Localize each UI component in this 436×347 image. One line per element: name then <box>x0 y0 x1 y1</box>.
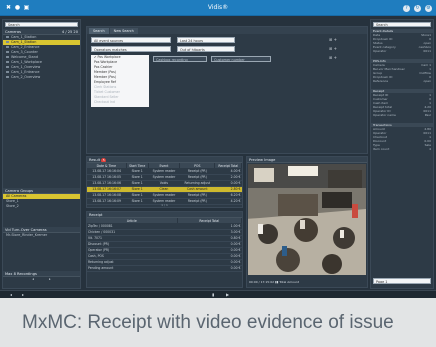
preview-header: Preview Image <box>247 157 367 163</box>
preview-status: 00:00 / 17:15:02 ▮▮ Total Amount <box>249 280 299 284</box>
result-title: Result <box>89 158 101 162</box>
groups-section: Camera Groups All Cameras Store_1 Store_2 <box>3 188 80 209</box>
customer-number-input[interactable]: Customer number <box>211 56 271 62</box>
group-list-item[interactable]: Store_2 <box>3 204 80 209</box>
receipt-row[interactable]: Pending amount 0.00 € <box>87 265 242 272</box>
cashbox-recording-input[interactable]: Cashbox recording <box>153 56 207 62</box>
close-icon[interactable]: ✖ <box>5 4 12 11</box>
filter-menu-item[interactable]: Checkout Ind <box>91 100 149 105</box>
result-panel: Result 5 Date & Time Start Time Event POS Re… <box>86 156 243 208</box>
camera-scene <box>248 164 366 275</box>
status-play-icon[interactable]: ▶ <box>226 292 229 297</box>
status-bar: ◂ ▸ ▮ ▶ <box>0 290 436 298</box>
properties-search-input[interactable]: Search <box>373 22 431 27</box>
turnover-item[interactable]: Mr-Store_Rinder_Kremer <box>3 233 80 238</box>
search-tabbar: Search New Search <box>87 27 367 34</box>
add-filter-icon-3[interactable]: ⊞ + <box>329 55 337 60</box>
left-panel: Search Cameras 4 / 25 20 Cam_1_Station Cam… <box>2 19 81 289</box>
operator-select[interactable]: Operators matches <box>91 46 171 52</box>
tab-search[interactable]: Search <box>89 27 109 34</box>
add-filter-icon[interactable]: ⊞ + <box>329 37 337 42</box>
layout-icon[interactable]: ▣ <box>23 4 30 11</box>
property-key: Operator <box>373 49 387 53</box>
tab-new-search[interactable]: New Search <box>109 27 138 34</box>
groups-list: All Cameras Store_1 Store_2 <box>3 194 80 209</box>
recordings-section: Max 8 Recordings ◂ ▸ <box>3 271 80 282</box>
help-icon[interactable]: ? <box>403 5 410 12</box>
property-value: Paul <box>424 113 431 117</box>
result-pagination: 1 / 1 <box>161 203 168 207</box>
status-prev-icon[interactable]: ◂ <box>10 292 12 297</box>
caption-bar: MxMC: Receipt with video evidence of iss… <box>0 298 436 347</box>
preview-panel: Preview Image 00:00 / 17:15:02 ▮▮ Total … <box>246 156 368 288</box>
cameras-header-label: Cameras <box>5 30 21 34</box>
rec-next-button[interactable]: ▸ <box>49 277 51 281</box>
search-panel: Search New Search All event sources Last … <box>86 26 368 154</box>
receipt-cell: Pending amount <box>87 265 178 272</box>
event-source-select[interactable]: All event sources <box>91 37 171 43</box>
status-next-icon[interactable]: ▸ <box>22 292 24 297</box>
time-range-select[interactable]: Last 24 hours <box>177 37 235 43</box>
property-value: 4 <box>429 147 431 151</box>
add-filter-icon-2[interactable]: ⊞ + <box>329 46 337 51</box>
camera-list-item[interactable]: Cam_2_Overview <box>3 75 80 80</box>
status-stop-icon[interactable]: ▮ <box>212 292 214 297</box>
property-value: open <box>423 79 432 83</box>
window-title: Vidis® <box>207 4 229 11</box>
result-column-header[interactable]: Receipt Total <box>214 163 242 168</box>
camera-search-input[interactable]: Search <box>5 22 78 27</box>
camera-image[interactable] <box>248 164 366 275</box>
property-key: Operator name <box>373 113 396 117</box>
hitparts-select[interactable]: Out of hitparts <box>177 46 235 52</box>
app-window: ✖ ● ▣ Vidis® ? ↻ ⚙ Search Cameras 4 / 25 … <box>0 0 436 298</box>
result-count-badge: 5 <box>101 157 107 162</box>
property-key: Item count <box>373 147 390 151</box>
camera-list: Cam_1_Station Cam_1_Station Cam_2_Entrance… <box>3 35 80 80</box>
result-table: Date & Time Start Time Event POS Receipt Tot… <box>87 163 242 205</box>
filter-menu[interactable]: Pos WorkplacePos WorkplacePos CashierMem… <box>91 55 149 107</box>
refresh-icon[interactable]: ↻ <box>414 5 421 12</box>
receipt-panel: Receipt Article Receipt Total ZipTec / 00… <box>86 211 243 288</box>
properties-list: Event-Details Date Store1 Dropdown ID 0 Statu… <box>371 29 433 157</box>
properties-spacer <box>371 151 433 157</box>
title-bar: ✖ ● ▣ Vidis® ? ↻ ⚙ <box>0 0 436 16</box>
recordings-nav: ◂ ▸ <box>3 277 80 282</box>
properties-panel: Search Event-Details Date Store1 Dropdown I… <box>370 19 434 289</box>
receipt-cell: 0.00 € <box>177 265 242 272</box>
property-value: 0011 <box>423 49 431 53</box>
caption-text: MxMC: Receipt with video evidence of iss… <box>22 312 394 333</box>
page-select[interactable]: Page 1 <box>373 278 431 284</box>
result-column-header[interactable]: Start Time <box>126 163 149 168</box>
turnover-section: Vid Turn-Over Cameras Mr-Store_Rinder_Kr… <box>3 227 80 238</box>
rec-prev-button[interactable]: ◂ <box>32 277 34 281</box>
eye-icon[interactable]: ● <box>14 4 21 11</box>
settings-icon[interactable]: ⚙ <box>425 5 432 12</box>
receipt-table: Article Receipt Total ZipTec / 000081 1.00… <box>87 218 243 272</box>
property-key: Reference <box>373 79 389 83</box>
